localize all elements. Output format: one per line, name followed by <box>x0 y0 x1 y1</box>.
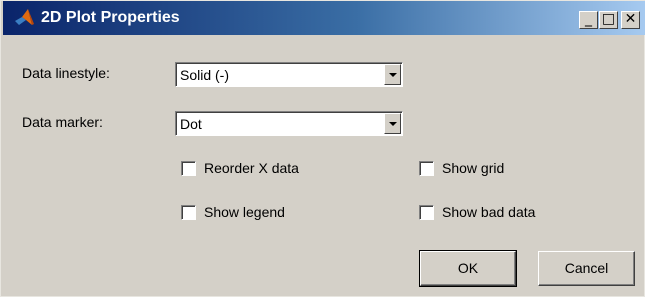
ok-button[interactable]: OK <box>419 250 517 287</box>
linestyle-select[interactable]: Solid (-) <box>175 62 403 87</box>
checkbox-box[interactable] <box>419 160 434 176</box>
chevron-down-icon[interactable] <box>384 64 401 85</box>
title-bar[interactable]: 2D Plot Properties _ □ ✕ <box>3 1 645 35</box>
close-button[interactable]: ✕ <box>621 11 640 29</box>
show-bad-data-label: Show bad data <box>442 204 536 220</box>
linestyle-label: Data linestyle: <box>22 65 110 81</box>
matlab-logo-icon <box>15 9 34 25</box>
dialog-window: 2D Plot Properties _ □ ✕ Data linestyle:… <box>0 0 645 297</box>
chevron-down-icon[interactable] <box>384 113 401 134</box>
minimize-button[interactable]: _ <box>579 11 598 29</box>
show-bad-data-checkbox[interactable]: Show bad data <box>419 203 535 221</box>
show-legend-checkbox[interactable]: Show legend <box>181 203 285 221</box>
marker-label: Data marker: <box>22 114 103 130</box>
checkbox-box[interactable] <box>181 160 196 176</box>
linestyle-value: Solid (-) <box>180 67 230 83</box>
maximize-button[interactable]: □ <box>599 11 618 29</box>
checkbox-box[interactable] <box>181 204 196 220</box>
show-legend-label: Show legend <box>204 204 285 220</box>
marker-select[interactable]: Dot <box>175 111 403 136</box>
cancel-button[interactable]: Cancel <box>538 251 635 286</box>
maximize-icon: □ <box>601 11 616 27</box>
marker-value: Dot <box>180 116 202 132</box>
show-grid-checkbox[interactable]: Show grid <box>419 159 504 177</box>
show-grid-label: Show grid <box>442 160 505 176</box>
reorder-x-checkbox[interactable]: Reorder X data <box>181 159 299 177</box>
checkbox-box[interactable] <box>419 204 434 220</box>
close-icon: ✕ <box>624 11 637 27</box>
reorder-x-label: Reorder X data <box>204 160 299 176</box>
minimize-icon: _ <box>585 11 592 27</box>
window-title: 2D Plot Properties <box>41 9 180 26</box>
